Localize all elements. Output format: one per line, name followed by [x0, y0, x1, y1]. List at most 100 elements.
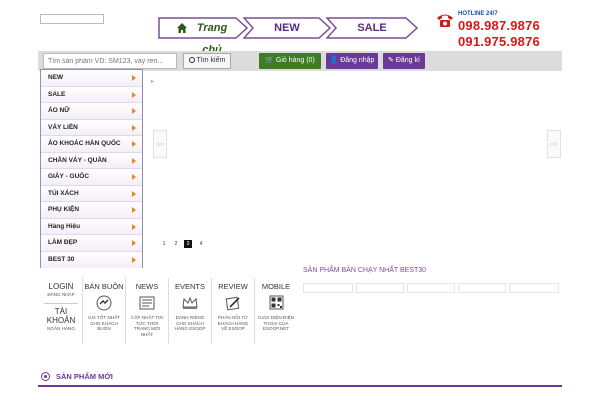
- tab-title: MOBILE: [261, 282, 291, 291]
- register-button[interactable]: ✎ Đăng kí: [383, 53, 425, 69]
- login-account-block: LOGIN ĐĂNG NHẬP TÀI KHOẢN NGÂN HÀNG: [40, 278, 82, 348]
- nav-new-label: NEW: [274, 22, 300, 34]
- nav-sale-label: SALE: [357, 22, 387, 34]
- tab-review[interactable]: REVIEW PHẢN HỒI TỪ KHÁCH HÀNG VỀ ESOOP: [212, 278, 254, 348]
- menu-item-phu-kien[interactable]: PHỤ KIỆN: [41, 202, 142, 219]
- wholesale-badge-icon: [95, 295, 113, 311]
- login-title[interactable]: LOGIN: [40, 282, 82, 291]
- product-slot[interactable]: [356, 283, 404, 293]
- menu-item-vay-lien[interactable]: VÁY LIỀN: [41, 119, 142, 136]
- nav-home[interactable]: Trang chủ: [158, 17, 248, 56]
- chevron-right-icon: [132, 174, 136, 180]
- cart-button-label: Giỏ hàng (0): [275, 57, 315, 64]
- login-button-label: Đăng nhập: [340, 57, 375, 64]
- menu-item-lam-dep[interactable]: LÀM ĐẸP: [41, 235, 142, 252]
- slider-prev-button[interactable]: ⇦: [153, 130, 167, 158]
- menu-item-label: LÀM ĐẸP: [48, 239, 78, 246]
- slider-marker-icon: ▸: [151, 79, 155, 85]
- hotline-phone-2[interactable]: 091.975.9876: [458, 34, 540, 49]
- chevron-right-icon: [132, 207, 136, 213]
- login-button[interactable]: 👤 Đăng nhập: [326, 53, 378, 69]
- telephone-icon: [436, 12, 454, 28]
- menu-item-label: PHỤ KIỆN: [48, 206, 80, 213]
- chevron-right-icon: [132, 223, 136, 230]
- product-slot[interactable]: [458, 283, 506, 293]
- slider-page-2[interactable]: 2: [172, 240, 180, 248]
- chevron-right-icon: [132, 190, 136, 197]
- arrow-left-icon: ⇦: [156, 139, 164, 149]
- chevron-right-icon: [132, 91, 136, 98]
- menu-item-label: GIÀY - GUỐC: [48, 173, 90, 180]
- chevron-right-icon: [132, 75, 136, 81]
- slider-page-4[interactable]: 4: [197, 240, 205, 248]
- tab-title: BÁN BUÔN: [84, 282, 124, 291]
- toolbar: Tìm kiếm 🛒 Giỏ hàng (0) 👤 Đăng nhập ✎ Đă…: [38, 51, 562, 71]
- account-subtitle: NGÂN HÀNG: [47, 325, 75, 331]
- arrow-right-icon: ⇨: [550, 139, 558, 149]
- menu-item-new[interactable]: NEW: [41, 70, 142, 87]
- menu-item-best30[interactable]: BEST 30: [41, 251, 142, 268]
- nav-new[interactable]: NEW: [243, 17, 331, 39]
- product-slot[interactable]: [407, 283, 455, 293]
- hotline-phone-1[interactable]: 098.987.9876: [458, 18, 540, 33]
- menu-item-label: SALE: [48, 90, 66, 98]
- menu-item-chan-vay-quan[interactable]: CHÂN VÁY - QUẦN: [41, 152, 142, 169]
- tab-description: CẬP NHẬT TIN TỨC THỜI TRANG MỚI NHẤT: [131, 315, 163, 337]
- login-subtitle: ĐĂNG NHẬP: [47, 292, 75, 297]
- search-button[interactable]: Tìm kiếm: [183, 53, 231, 69]
- slider-page-3[interactable]: 3: [184, 240, 192, 248]
- menu-item-label: ÁO NỮ: [48, 107, 70, 114]
- category-menu: NEW SALE ÁO NỮ VÁY LIỀN ÁO KHOÁC HÀN QUỐ…: [40, 69, 143, 268]
- menu-item-label: NEW: [48, 74, 64, 81]
- edit-icon: ✎: [388, 57, 394, 64]
- chevron-right-icon: [132, 124, 136, 131]
- tab-news[interactable]: NEWS CẬP NHẬT TIN TỨC THỜI TRANG MỚI NHẤ…: [126, 278, 168, 348]
- user-icon: 👤: [329, 57, 339, 64]
- cart-icon: 🛒: [265, 57, 274, 64]
- new-products-title[interactable]: SẢN PHẨM MỚI: [56, 372, 113, 381]
- new-products-header: SẢN PHẨM MỚI: [38, 371, 562, 387]
- tab-wholesale[interactable]: BÁN BUÔN GIÁ TỐT NHẤT CHO KHÁCH BUÔN: [83, 278, 125, 348]
- menu-item-hang-hieu[interactable]: Hàng Hiệu: [41, 218, 142, 235]
- target-circle-icon: [41, 372, 50, 381]
- menu-item-ao-khoac[interactable]: ÁO KHOÁC HÀN QUỐC: [41, 136, 142, 153]
- chevron-right-icon: [132, 256, 136, 263]
- tab-title: EVENTS: [174, 282, 205, 291]
- menu-item-tui-xach[interactable]: TÚI XÁCH: [41, 185, 142, 202]
- news-icon: [138, 295, 156, 311]
- divider: [44, 302, 78, 304]
- tab-description: GIÁ TỐT NHẤT CHO KHÁCH BUÔN: [88, 315, 120, 331]
- cart-button[interactable]: 🛒 Giỏ hàng (0): [259, 53, 321, 69]
- chevron-right-icon: [132, 141, 136, 147]
- menu-item-giay-guoc[interactable]: GIÀY - GUỐC: [41, 169, 142, 186]
- qr-code-icon: [267, 295, 285, 311]
- hotline-label: HOTLINE 24/7: [458, 11, 498, 17]
- tab-title: NEWS: [135, 282, 159, 291]
- search-input[interactable]: [43, 53, 177, 69]
- tab-description: DÀNH RIÊNG CHO KHÁCH HÀNG ESOOP: [174, 315, 206, 331]
- section-divider: [38, 385, 562, 387]
- menu-item-label: VÁY LIỀN: [48, 123, 78, 131]
- nav-home-label: Trang chủ: [196, 22, 228, 56]
- tab-title: REVIEW: [218, 282, 248, 291]
- tab-events[interactable]: EVENTS DÀNH RIÊNG CHO KHÁCH HÀNG ESOOP: [169, 278, 211, 348]
- menu-item-label: ÁO KHOÁC HÀN QUỐC: [48, 140, 121, 147]
- menu-item-sale[interactable]: SALE: [41, 86, 142, 103]
- slider-page-1[interactable]: 1: [160, 240, 168, 248]
- menu-item-ao-nu[interactable]: ÁO NỮ: [41, 103, 142, 120]
- tab-mobile[interactable]: MOBILE GIAO DIỆN ĐIỆN THOẠI CỦA ESOOP.NE…: [255, 278, 297, 348]
- crown-icon: [181, 295, 199, 311]
- menu-item-label: Hàng Hiệu: [48, 222, 81, 230]
- account-title[interactable]: TÀI KHOẢN: [40, 307, 82, 325]
- product-slot[interactable]: [509, 283, 559, 293]
- tab-description: GIAO DIỆN ĐIỆN THOẠI CỦA ESOOP.NET: [258, 315, 294, 331]
- register-button-label: Đăng kí: [395, 57, 420, 64]
- logo-box[interactable]: [40, 14, 104, 24]
- bestseller-title: SẢN PHẨM BÁN CHẠY NHẤT BEST30: [303, 267, 427, 274]
- product-slot[interactable]: [303, 283, 353, 293]
- hotline-box: HOTLINE 24/7 098.987.9876 091.975.9876: [436, 10, 596, 50]
- slider-next-button[interactable]: ⇨: [547, 130, 561, 158]
- nav-sale[interactable]: SALE: [326, 17, 418, 39]
- chevron-right-icon: [132, 157, 136, 164]
- bestseller-products: [303, 283, 559, 293]
